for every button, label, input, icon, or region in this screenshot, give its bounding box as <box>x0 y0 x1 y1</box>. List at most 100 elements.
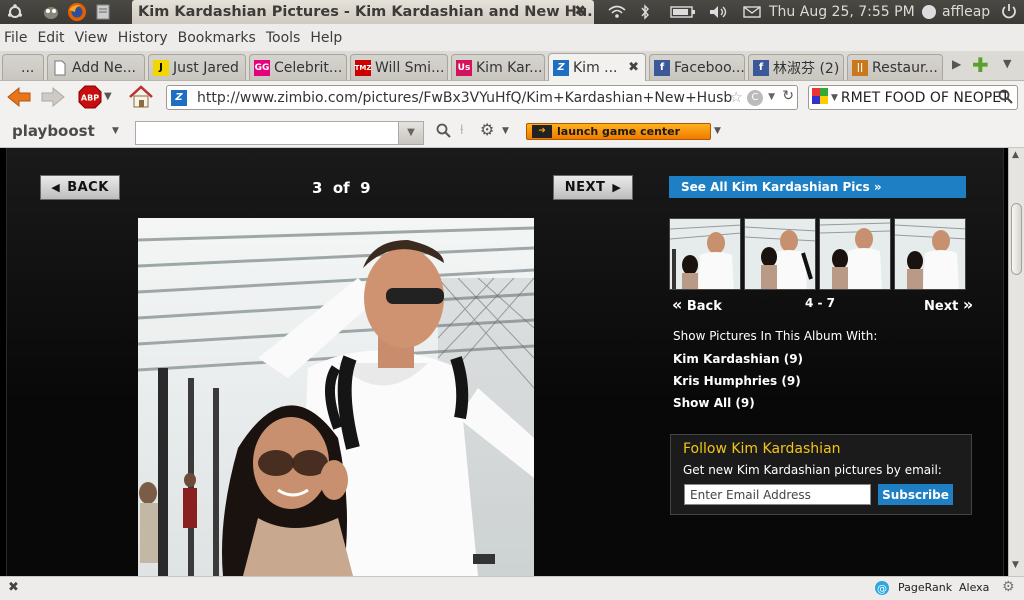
toolbar-search-icon[interactable] <box>436 123 452 143</box>
url-dropdown-icon[interactable]: ▼ <box>768 92 775 102</box>
email-field[interactable]: Enter Email Address <box>684 484 871 505</box>
menu-file[interactable]: File <box>4 30 27 46</box>
mail-icon[interactable] <box>743 0 761 24</box>
battery-icon[interactable] <box>670 0 696 24</box>
scroll-down-icon[interactable]: ▼ <box>1012 560 1019 570</box>
new-tab-icon[interactable]: ✚ <box>972 53 989 77</box>
menu-view[interactable]: View <box>75 30 108 46</box>
search-icon[interactable] <box>998 89 1014 109</box>
tab-facebook-2[interactable]: f 林淑芬 (2) <box>748 54 844 80</box>
double-left-icon: « <box>672 295 683 314</box>
filter-show-all[interactable]: Show All (9) <box>673 396 755 410</box>
tab-restaurant[interactable]: || Restaur... <box>847 54 943 80</box>
thumbnail-5[interactable] <box>744 218 816 290</box>
menu-edit[interactable]: Edit <box>37 30 64 46</box>
tab-close-icon[interactable]: ✖ <box>628 60 639 75</box>
window-close-icon[interactable]: ✖ <box>574 3 586 19</box>
thumbs-back-label: Back <box>686 299 722 314</box>
thumbnail-6[interactable] <box>819 218 891 290</box>
adblock-dropdown-icon[interactable]: ▼ <box>104 91 112 102</box>
volume-icon[interactable] <box>708 0 730 24</box>
tab-celebrity[interactable]: GG Celebrit... <box>249 54 347 80</box>
user-status-icon[interactable] <box>920 0 938 24</box>
reload-site-icon[interactable]: C <box>747 90 763 106</box>
gear-dropdown-icon[interactable]: ▼ <box>502 126 509 136</box>
google-icon[interactable] <box>812 87 828 108</box>
menu-history[interactable]: History <box>118 30 168 46</box>
search-input[interactable]: RMET FOOD OF NEOPET <box>841 90 1007 106</box>
tab-will-smith[interactable]: TMZ Will Smi... <box>350 54 448 80</box>
vertical-scrollbar[interactable]: ▲ ▼ <box>1008 148 1024 576</box>
close-findbar-icon[interactable]: ✖ <box>8 580 19 595</box>
text-editor-icon[interactable] <box>92 2 114 22</box>
launch-game-center-button[interactable]: ➜ launch game center <box>526 123 711 140</box>
facebook-icon: f <box>753 59 769 76</box>
menu-tools[interactable]: Tools <box>266 30 301 46</box>
playboost-logo[interactable]: playboost <box>12 122 95 140</box>
toolbar-search-dropdown-icon[interactable]: ▼ <box>398 122 423 144</box>
search-engine-dropdown-icon[interactable]: ▼ <box>831 93 838 103</box>
url-bar[interactable]: Z http://www.zimbio.com/pictures/FwBx3VY… <box>166 85 798 110</box>
tab-facebook[interactable]: f Faceboo... <box>649 54 745 80</box>
bluetooth-icon[interactable] <box>640 0 650 24</box>
playboost-menu-icon[interactable]: ▼ <box>112 126 119 136</box>
power-icon[interactable] <box>1000 0 1018 24</box>
toolbar-search-input[interactable] <box>135 121 424 145</box>
reload-icon[interactable]: ↻ <box>782 88 794 104</box>
firefox-icon[interactable] <box>66 2 88 22</box>
back-button[interactable]: ◀ BACK <box>40 175 120 200</box>
site-identity-icon[interactable]: Z <box>171 89 187 106</box>
tab-just-jared[interactable]: J Just Jared <box>148 54 246 80</box>
pagerank-icon[interactable]: @ <box>874 580 890 599</box>
main-photo[interactable] <box>138 218 534 576</box>
clock[interactable]: Thu Aug 25, 7:55 PM <box>769 0 915 24</box>
tab-label: Kim Kar... <box>476 59 543 76</box>
user-name[interactable]: affleap <box>942 0 990 24</box>
subscribe-button[interactable]: Subscribe <box>878 484 953 505</box>
next-button[interactable]: NEXT ▶ <box>553 175 633 200</box>
forward-arrow-icon[interactable] <box>40 86 66 112</box>
tab-kim-active[interactable]: Z Kim ... ✖ <box>548 53 646 81</box>
tab-kim-kar[interactable]: Us Kim Kar... <box>451 54 545 80</box>
page-icon <box>52 60 68 76</box>
tab-label: Kim ... <box>573 59 618 76</box>
thumbnail-7[interactable] <box>894 218 966 290</box>
launch-dropdown-icon[interactable]: ▼ <box>714 126 721 136</box>
thumbnail-4[interactable] <box>669 218 741 290</box>
tab-add-new[interactable]: Add Ne... <box>47 54 145 80</box>
see-all-pics-link[interactable]: See All Kim Kardashian Pics » <box>669 176 966 198</box>
back-label: BACK <box>67 180 109 195</box>
tab-label: Celebrit... <box>274 59 343 76</box>
menu-help[interactable]: Help <box>310 30 342 46</box>
resize-grip-icon[interactable]: ⚙ <box>1002 579 1015 595</box>
filter-kris-humphries[interactable]: Kris Humphries (9) <box>673 374 801 388</box>
bookmark-star-icon[interactable]: ☆ <box>730 88 743 106</box>
thumbs-back-link[interactable]: « Back <box>672 295 722 314</box>
window-title-text: Kim Kardashian Pictures - Kim Kardashian… <box>138 4 594 20</box>
search-bar[interactable]: ▼ RMET FOOD OF NEOPET <box>808 85 1018 110</box>
facebook-icon: f <box>654 59 670 76</box>
wifi-icon[interactable] <box>608 0 626 24</box>
alexa-label[interactable]: Alexa <box>959 581 989 594</box>
gimp-icon[interactable] <box>40 2 62 22</box>
tab-scroll-right-icon[interactable]: ▶ <box>952 57 961 71</box>
ubuntu-menu-icon[interactable] <box>4 2 26 22</box>
back-arrow-icon[interactable] <box>6 86 32 112</box>
pagerank-label[interactable]: PageRank <box>898 581 952 594</box>
url-text[interactable]: http://www.zimbio.com/pictures/FwBx3VYuH… <box>197 90 733 106</box>
adblock-icon[interactable]: ABP <box>78 85 102 113</box>
gg-icon: GG <box>254 59 270 76</box>
double-right-icon: » <box>962 295 974 314</box>
tab-list-icon[interactable]: ▼ <box>1003 57 1011 70</box>
gear-icon[interactable]: ⚙ <box>480 120 494 139</box>
scroll-up-icon[interactable]: ▲ <box>1012 150 1019 160</box>
thumbs-range: 4 - 7 <box>805 296 836 310</box>
home-icon[interactable] <box>128 85 154 113</box>
just-jared-icon: J <box>153 59 169 76</box>
filter-kim-kardashian[interactable]: Kim Kardashian (9) <box>673 352 803 366</box>
thumbs-next-link[interactable]: Next » <box>924 295 973 314</box>
tab-overflow[interactable]: ... <box>2 54 44 80</box>
scrollbar-thumb[interactable] <box>1011 203 1022 275</box>
menu-bar: File Edit View History Bookmarks Tools H… <box>0 24 1024 51</box>
menu-bookmarks[interactable]: Bookmarks <box>178 30 256 46</box>
